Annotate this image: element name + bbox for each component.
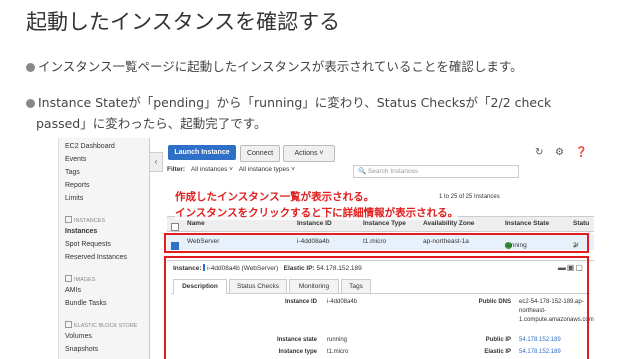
collapse-box-icon [65,321,72,328]
details-highlight-box [164,256,589,359]
sidebar-item-reserved-instances[interactable]: Reserved Instances [65,254,127,261]
sidebar-section-ebs[interactable]: ELASTIC BLOCK STORE [65,321,137,329]
sidebar-item-tags[interactable]: Tags [65,169,80,176]
column-header-instance-state[interactable]: Instance State [505,220,549,227]
bullet-dot-icon [26,63,35,72]
sidebar: EC2 Dashboard Events Tags Reports Limits… [59,138,150,359]
sidebar-item-limits[interactable]: Limits [65,195,83,202]
column-header-instance-type[interactable]: Instance Type [363,220,406,227]
sidebar-section-label: ELASTIC BLOCK STORE [74,323,138,329]
launch-instance-button[interactable]: Launch Instance [168,145,236,160]
help-icon[interactable]: ❓ [575,147,587,158]
instance-types-dropdown[interactable]: All instance types ˅ [239,166,295,173]
connect-button[interactable]: Connect [240,145,280,162]
refresh-icon[interactable]: ↻ [535,147,543,158]
actions-button[interactable]: Actions ˅ [283,145,335,162]
toolbar: Launch Instance Connect Actions ˅ ↻ ⚙ ❓ [163,138,594,168]
checkbox-icon [171,223,179,231]
sidebar-collapse-chevron-icon[interactable]: ‹ [149,152,163,172]
annotation-line-2: インスタンスをクリックすると下に詳細情報が表示される。 [175,205,459,220]
bullet-2: Instance Stateが「pending」から「running」に変わり、… [26,92,622,134]
sidebar-section-label: IMAGES [74,277,96,283]
sidebar-item-reports[interactable]: Reports [65,182,90,189]
bullet-dot-icon [26,99,35,108]
column-header-name[interactable]: Name [187,220,205,227]
search-icon: 🔍 [358,168,367,175]
search-placeholder: Search Instances [367,168,419,175]
annotation-line-1: 作成したインスタンス一覧が表示される。 [175,189,375,204]
sidebar-item-instances[interactable]: Instances [65,228,97,235]
sidebar-section-label: INSTANCES [74,218,106,224]
bullet-2-text-line2: passed」に変わったら、起動完了です。 [36,116,267,131]
sidebar-item-events[interactable]: Events [65,156,86,163]
sidebar-item-amis[interactable]: AMIs [65,287,81,294]
sidebar-item-ec2-dashboard[interactable]: EC2 Dashboard [65,143,115,150]
sidebar-section-instances[interactable]: INSTANCES [65,216,105,224]
ec2-console-screenshot: EC2 Dashboard Events Tags Reports Limits… [58,138,594,359]
sidebar-item-spot-requests[interactable]: Spot Requests [65,241,111,248]
bullet-1: インスタンス一覧ページに起動したインスタンスが表示されていることを確認します。 [26,56,626,77]
collapse-box-icon [65,275,72,282]
bullet-2-text-line1: Instance Stateが「pending」から「running」に変わり、… [38,95,552,110]
pager-text: 1 to 25 of 25 Instances [439,194,500,200]
all-instances-dropdown[interactable]: All instances ˅ [191,166,233,173]
gear-icon[interactable]: ⚙ [555,147,564,158]
collapse-box-icon [65,216,72,223]
sidebar-item-snapshots[interactable]: Snapshots [65,346,98,353]
column-header-status[interactable]: Statu [573,220,589,227]
bullet-1-text: インスタンス一覧ページに起動したインスタンスが表示されていることを確認します。 [38,59,523,74]
sidebar-item-volumes[interactable]: Volumes [65,333,92,340]
slide-title: 起動したインスタンスを確認する [26,10,341,34]
row-highlight-box [164,233,589,253]
filter-bar: Filter: All instances ˅ All instance typ… [167,165,590,178]
sidebar-section-images[interactable]: IMAGES [65,275,95,283]
column-header-instance-id[interactable]: Instance ID [297,220,332,227]
sidebar-item-bundle-tasks[interactable]: Bundle Tasks [65,300,107,307]
search-input[interactable]: 🔍 Search Instances [353,165,519,178]
column-header-availability-zone[interactable]: Availability Zone [423,220,474,227]
filter-label: Filter: [167,166,186,173]
